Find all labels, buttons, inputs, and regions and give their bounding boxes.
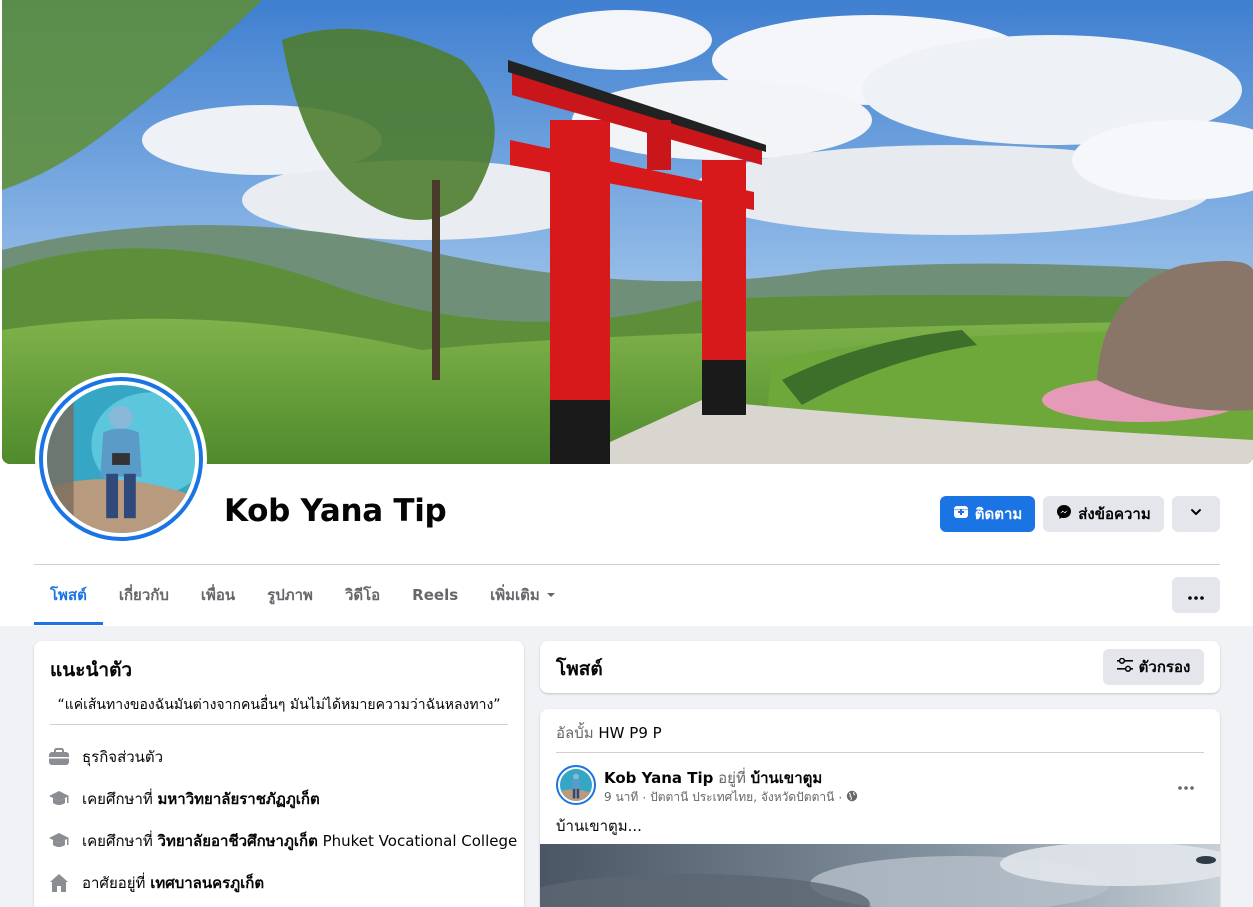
- intro-item-text: เคยศึกษาที่ วิทยาลัยอาชีวศึกษาภูเก็ต Phu…: [82, 829, 517, 853]
- intro-item-prefix: เคยศึกษาที่: [82, 832, 158, 850]
- chevron-down-icon: [1189, 505, 1203, 523]
- tab-posts[interactable]: โพสต์: [34, 565, 103, 625]
- tab-more[interactable]: เพิ่มเติม: [474, 565, 572, 625]
- post-meta: 9 นาที · ปัตตานี ประเทศไทย, จังหวัดปัตตา…: [604, 788, 858, 807]
- tab-reels[interactable]: Reels: [396, 565, 474, 625]
- post-place-link[interactable]: บ้านเขาตูม: [751, 769, 823, 787]
- posts-title: โพสต์: [556, 658, 603, 680]
- avatar-image: [47, 385, 195, 533]
- briefcase-icon: [48, 746, 70, 768]
- follow-button[interactable]: ติดตาม: [940, 496, 1035, 532]
- ellipsis-icon: [1178, 775, 1194, 794]
- album-line: อัลบั้ม HW P9 P: [556, 721, 662, 745]
- message-label: ส่งข้อความ: [1078, 505, 1151, 523]
- tab-about[interactable]: เกี่ยวกับ: [103, 565, 185, 625]
- home-icon: [48, 872, 70, 894]
- intro-item-text: อาศัยอยู่ที่ เทศบาลนครภูเก็ต: [82, 871, 264, 895]
- album-link[interactable]: HW P9 P: [598, 724, 661, 742]
- profile-avatar[interactable]: [35, 373, 207, 545]
- intro-divider: [50, 724, 508, 725]
- filter-label: ตัวกรอง: [1138, 658, 1191, 676]
- intro-item-text: ธุรกิจส่วนตัว: [82, 748, 164, 766]
- graduation-cap-icon: [48, 788, 70, 810]
- tab-videos[interactable]: วิดีโอ: [329, 565, 396, 625]
- intro-item-prefix: เคยศึกษาที่: [82, 790, 158, 808]
- tab-friends[interactable]: เพื่อน: [185, 565, 251, 625]
- graduation-cap-icon: [48, 830, 70, 852]
- intro-item-link[interactable]: มหาวิทยาลัยราชภัฏภูเก็ต: [158, 790, 320, 808]
- meta-separator: ·: [642, 790, 647, 805]
- intro-item-work: ธุรกิจส่วนตัว: [48, 743, 163, 771]
- profile-tabs: โพสต์ เกี่ยวกับ เพื่อน รูปภาพ วิดีโอ Ree…: [34, 565, 572, 625]
- post-options-button[interactable]: [1168, 769, 1204, 799]
- intro-item-education-1: เคยศึกษาที่ มหาวิทยาลัยราชภัฏภูเก็ต: [48, 785, 320, 813]
- message-button[interactable]: ส่งข้อความ: [1043, 496, 1164, 532]
- intro-item-lives-in: อาศัยอยู่ที่ เทศบาลนครภูเก็ต: [48, 869, 264, 897]
- messenger-icon: [1056, 504, 1072, 524]
- profile-header: Kob Yana Tip ติดตาม ส่งข้อความ โพสต์ เกี…: [0, 0, 1253, 626]
- intro-item-link[interactable]: เทศบาลนครภูเก็ต: [150, 874, 264, 892]
- profile-name: Kob Yana Tip: [224, 493, 447, 529]
- filter-button[interactable]: ตัวกรอง: [1103, 649, 1204, 685]
- profile-options-button[interactable]: [1172, 496, 1220, 532]
- post-text: บ้านเขาตูม...: [556, 817, 642, 835]
- post-author-name[interactable]: Kob Yana Tip: [604, 769, 713, 787]
- intro-bio: “แค่เส้นทางของฉันมันต่างจากคนอื่นๆ มันไม…: [57, 697, 501, 713]
- story-ring: [39, 377, 203, 541]
- posts-header-card: โพสต์ ตัวกรอง: [540, 641, 1220, 693]
- intro-item-prefix: อาศัยอยู่ที่: [82, 874, 151, 892]
- post-timestamp[interactable]: 9 นาที: [604, 788, 638, 807]
- filter-icon: [1116, 657, 1133, 676]
- tab-photos[interactable]: รูปภาพ: [251, 565, 329, 625]
- album-prefix: อัลบั้ม: [556, 724, 599, 742]
- intro-item-suffix: Phuket Vocational College: [317, 832, 518, 850]
- intro-item-education-2: เคยศึกษาที่ วิทยาลัยอาชีวศึกษาภูเก็ต Phu…: [48, 827, 517, 855]
- follow-icon: [953, 504, 969, 524]
- post-card: อัลบั้ม HW P9 P Kob Yana Tip อยู่ที่ บ้า…: [540, 709, 1220, 907]
- intro-item-text: เคยศึกษาที่ มหาวิทยาลัยราชภัฏภูเก็ต: [82, 787, 320, 811]
- tab-more-label: เพิ่มเติม: [490, 586, 540, 604]
- more-options-button[interactable]: [1172, 577, 1220, 613]
- post-divider: [556, 752, 1204, 753]
- post-location[interactable]: ปัตตานี ประเทศไทย, จังหวัดปัตตานี: [650, 788, 834, 807]
- ellipsis-icon: [1188, 586, 1204, 604]
- follow-label: ติดตาม: [974, 505, 1023, 523]
- cover-photo[interactable]: [2, 0, 1253, 464]
- intro-card: แนะนำตัว “แค่เส้นทางของฉันมันต่างจากคนอื…: [34, 641, 524, 907]
- intro-item-link[interactable]: วิทยาลัยอาชีวศึกษาภูเก็ต: [158, 832, 318, 850]
- post-author-verb: อยู่ที่: [713, 769, 751, 787]
- intro-title: แนะนำตัว: [50, 659, 133, 681]
- post-author-line: Kob Yana Tip อยู่ที่ บ้านเขาตูม: [604, 766, 822, 790]
- post-photo[interactable]: [540, 844, 1220, 907]
- globe-icon: [846, 790, 858, 805]
- meta-separator: ·: [838, 790, 843, 805]
- caret-down-icon: [546, 586, 556, 604]
- post-author-avatar[interactable]: [556, 765, 596, 805]
- avatar-image: [560, 769, 592, 801]
